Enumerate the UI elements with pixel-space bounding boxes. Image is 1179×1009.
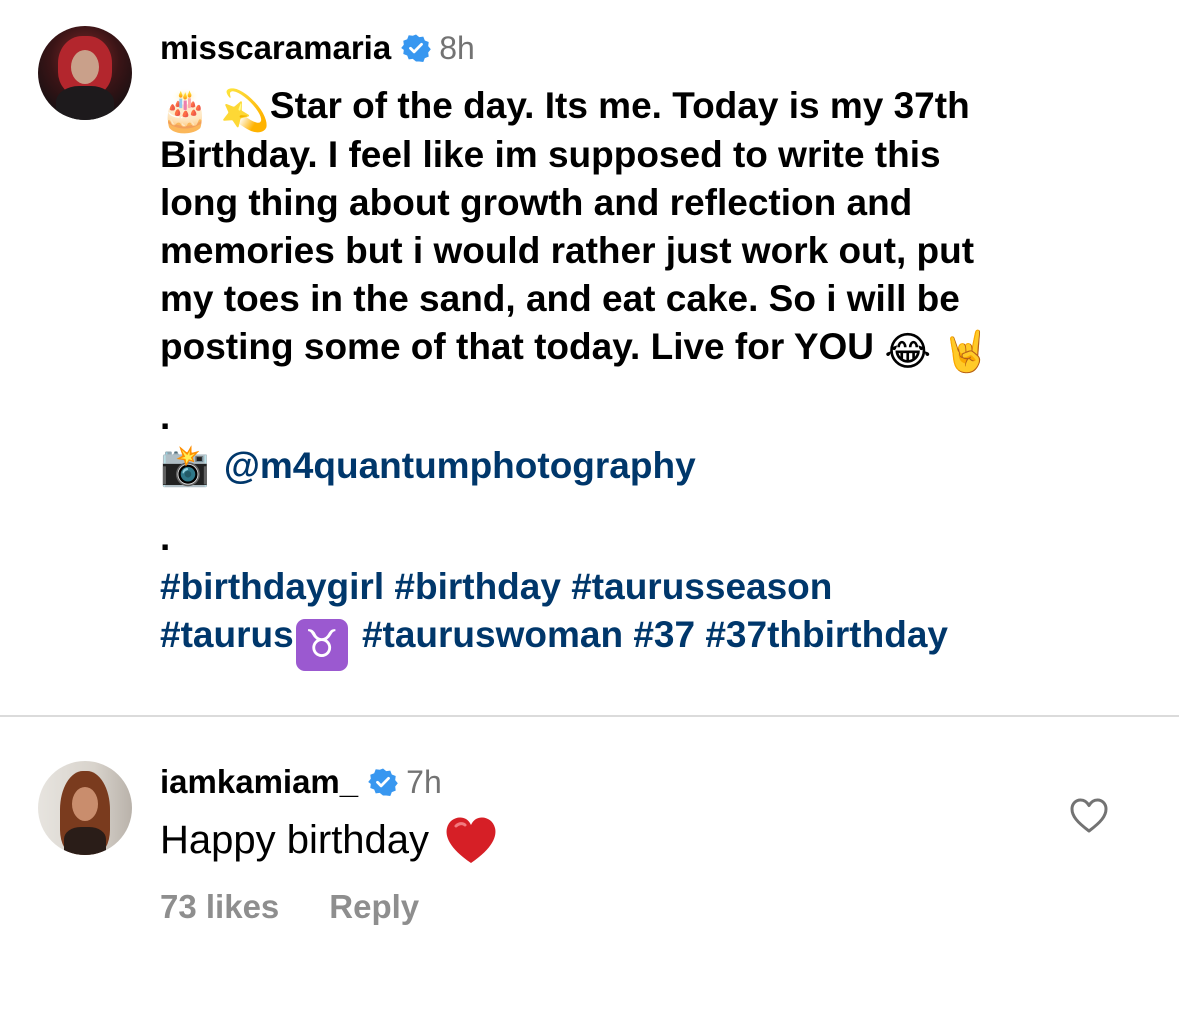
- hashtag-block: #birthdaygirl #birthday #taurusseason #t…: [160, 563, 1120, 671]
- comment-text: Happy birthday: [160, 818, 430, 862]
- taurus-symbol-emoji: ♉: [295, 619, 348, 671]
- caption-line-1: Star of the day. Its me. Today is my 37t…: [269, 85, 970, 126]
- photo-credit-line: 📸 @m4quantumphotography: [160, 442, 696, 490]
- comment-meta: 73 likes Reply: [160, 888, 419, 926]
- caption-line-6: posting some of that today. Live for YOU: [160, 326, 875, 367]
- comment-body: Happy birthday: [160, 812, 499, 868]
- hashtag-link[interactable]: #birthday: [394, 566, 561, 607]
- post-header: misscaramaria 8h: [160, 26, 475, 70]
- post-time: 8h: [439, 29, 475, 66]
- camera-flash-emoji: 📸: [160, 444, 210, 488]
- red-heart-emoji: [443, 814, 499, 866]
- hashtag-link[interactable]: #taurus: [160, 614, 294, 655]
- caption-line-5: my toes in the sand, and eat cake. So i …: [160, 278, 960, 319]
- comment-author-avatar[interactable]: [38, 761, 132, 855]
- caption-line: posting some of that today. Live for YOU…: [160, 323, 1110, 372]
- caption-line-2: Birthday. I feel like im supposed to wri…: [160, 134, 941, 175]
- comment-likes-count[interactable]: 73 likes: [160, 888, 279, 926]
- caption-line-3: long thing about growth and reflection a…: [160, 182, 913, 223]
- section-divider: [0, 715, 1179, 717]
- verified-badge-icon: [401, 33, 431, 63]
- hashtag-link[interactable]: #37: [633, 614, 695, 655]
- laughing-tears-emoji: 😂: [884, 330, 932, 374]
- hashtag-line-1: #birthdaygirl #birthday #taurusseason: [160, 563, 1120, 611]
- photographer-mention-link[interactable]: @m4quantumphotography: [224, 442, 696, 490]
- hashtag-link[interactable]: #birthdaygirl: [160, 566, 384, 607]
- avatar-face: [72, 787, 98, 821]
- comment-header: iamkamiam_ 7h: [160, 760, 442, 804]
- hashtag-link[interactable]: #taurusseason: [571, 566, 832, 607]
- dizzy-star-emoji: 💫: [220, 89, 270, 133]
- avatar-body: [64, 827, 106, 855]
- post-caption: 🎂 💫Star of the day. Its me. Today is my …: [160, 82, 1110, 372]
- rock-on-hand-emoji: 🤘: [941, 330, 992, 374]
- hashtag-link[interactable]: #tauruswoman: [362, 614, 623, 655]
- heart-outline-icon[interactable]: [1069, 797, 1109, 835]
- caption-separator-dot: .: [160, 396, 171, 437]
- verified-badge-icon: [368, 767, 398, 797]
- avatar-face: [71, 50, 99, 84]
- caption-line-4: memories but i would rather just work ou…: [160, 230, 975, 271]
- caption-line: 🎂 💫Star of the day. Its me. Today is my …: [160, 82, 1110, 131]
- comment-time: 7h: [406, 763, 442, 800]
- post-author-avatar[interactable]: [38, 26, 132, 120]
- post-username[interactable]: misscaramaria: [160, 29, 391, 67]
- hashtag-link[interactable]: #37thbirthday: [705, 614, 948, 655]
- reply-button[interactable]: Reply: [329, 888, 419, 926]
- birthday-cake-emoji: 🎂: [160, 89, 210, 133]
- hashtag-line-2: #taurus ♉ #tauruswoman #37 #37thbirthday: [160, 611, 1120, 671]
- caption-separator-dot: .: [160, 517, 171, 558]
- comment-username[interactable]: iamkamiam_: [160, 763, 358, 801]
- avatar-body: [56, 86, 114, 120]
